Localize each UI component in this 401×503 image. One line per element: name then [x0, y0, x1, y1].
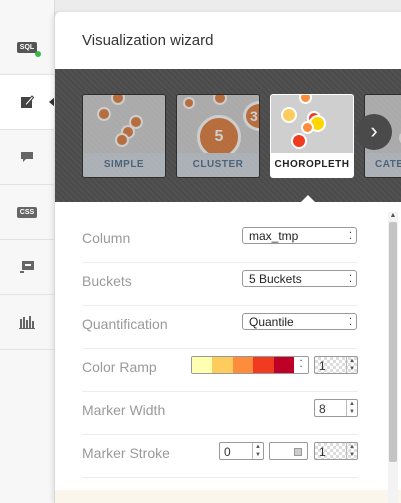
sql-status-dot — [35, 50, 41, 57]
marker-stroke-opacity-stepper[interactable]: 1 ▲ ▼ — [314, 442, 358, 460]
marker-stroke-color-picker[interactable] — [269, 442, 308, 460]
buckets-label: Buckets — [82, 273, 132, 289]
ramp-swatch — [192, 357, 213, 373]
buckets-select-value: 5 Buckets — [249, 272, 302, 286]
cluster-thumbnail: 5 3 — [177, 95, 259, 153]
css-icon-text: CSS — [19, 208, 35, 216]
choropleth-thumbnail — [271, 95, 353, 153]
legend-icon — [20, 261, 34, 273]
panel-title: Visualization wizard — [82, 32, 214, 49]
scrollbar-thumb[interactable] — [389, 222, 397, 462]
quantification-select-value: Quantile — [249, 315, 294, 329]
simple-thumbnail — [83, 95, 165, 153]
sidebar-item-css[interactable]: CSS — [0, 185, 54, 240]
color-ramp-opacity-stepper[interactable]: 1 ▲ ▼ — [314, 356, 358, 374]
next-map-types-button[interactable]: › — [356, 114, 392, 150]
row-column: Column max_tmp ⁚ — [82, 219, 358, 263]
ramp-swatch — [273, 357, 295, 373]
map-type-label: SIMPLE — [83, 153, 165, 177]
opacity-value: 1 — [319, 359, 326, 373]
select-caret-icon: ⁚ — [348, 317, 352, 328]
form-scrollbar[interactable]: ▲ — [388, 212, 398, 503]
sidebar-item-infowindow[interactable] — [0, 130, 54, 185]
wizard-form: Column max_tmp ⁚ Buckets 5 Buckets ⁚ Qua… — [55, 202, 401, 503]
stepper-arrows-icon[interactable]: ▲ ▼ — [252, 443, 263, 459]
stepper-arrows-icon[interactable]: ▲ ▼ — [346, 400, 357, 416]
map-type-label: CATE — [365, 153, 401, 177]
map-type-simple[interactable]: SIMPLE — [82, 94, 166, 178]
buckets-select[interactable]: 5 Buckets ⁚ — [242, 270, 357, 287]
map-type-cluster[interactable]: 5 3 CLUSTER — [176, 94, 260, 178]
column-label: Column — [82, 230, 131, 246]
scroll-up-icon[interactable]: ▲ — [388, 212, 398, 219]
left-toolbar: SQL CSS — [0, 0, 55, 503]
color-ramp-select[interactable]: ⁚ — [191, 356, 309, 374]
row-marker-stroke: Marker Stroke 0 ▲ ▼ 1 ▲ ▼ — [82, 434, 358, 478]
map-type-label: CHOROPLETH — [271, 153, 353, 177]
sql-icon: SQL — [17, 41, 41, 57]
stepper-arrows-icon[interactable]: ▲ ▼ — [346, 357, 357, 373]
map-type-choropleth[interactable]: CHOROPLETH — [270, 94, 354, 178]
bar-chart-icon — [19, 316, 35, 329]
selected-type-pointer — [301, 195, 315, 202]
marker-stroke-label: Marker Stroke — [82, 445, 170, 461]
select-caret-icon: ⁚ — [294, 357, 308, 373]
panel-header: Visualization wizard — [55, 12, 401, 70]
quantification-label: Quantification — [82, 316, 168, 332]
select-caret-icon: ⁚ — [348, 274, 352, 285]
stroke-opacity-value: 1 — [319, 445, 326, 459]
wizard-icon — [21, 95, 34, 108]
color-ramp-label: Color Ramp — [82, 359, 157, 375]
column-select[interactable]: max_tmp ⁚ — [242, 227, 357, 244]
sidebar-item-legends[interactable] — [0, 240, 54, 295]
cluster-badge-large: 5 — [197, 115, 241, 153]
sidebar-item-sql[interactable]: SQL — [0, 20, 54, 75]
color-swatch-icon — [294, 448, 302, 456]
stepper-arrows-icon[interactable]: ▲ ▼ — [346, 443, 357, 459]
cluster-badge-small: 3 — [243, 101, 259, 131]
row-marker-width: Marker Width 8 ▲ ▼ — [82, 391, 358, 435]
sidebar-item-wizard[interactable] — [0, 75, 55, 130]
speech-bubble-icon — [21, 152, 33, 162]
wizard-panel: Visualization wizard SIMPLE 5 3 CLUSTER — [54, 12, 401, 503]
sql-icon-text: SQL — [19, 43, 35, 51]
marker-width-value: 8 — [319, 402, 326, 416]
column-select-value: max_tmp — [249, 229, 299, 243]
marker-stroke-width-stepper[interactable]: 0 ▲ ▼ — [219, 442, 264, 460]
row-color-ramp: Color Ramp ⁚ 1 ▲ ▼ — [82, 348, 358, 392]
stroke-width-value: 0 — [224, 445, 231, 459]
map-type-selector: SIMPLE 5 3 CLUSTER CHOROPLETH CATE › — [55, 69, 401, 202]
marker-width-stepper[interactable]: 8 ▲ ▼ — [314, 399, 358, 417]
marker-width-label: Marker Width — [82, 402, 166, 418]
next-row-clipped — [55, 490, 401, 503]
select-caret-icon: ⁚ — [348, 231, 352, 242]
quantification-select[interactable]: Quantile ⁚ — [242, 313, 357, 330]
css-icon: CSS — [17, 206, 37, 218]
map-type-label: CLUSTER — [177, 153, 259, 177]
ramp-swatch — [253, 357, 274, 373]
ramp-swatch — [232, 357, 254, 373]
sidebar-item-chart[interactable] — [0, 295, 54, 350]
row-buckets: Buckets 5 Buckets ⁚ — [82, 262, 358, 306]
ramp-swatch — [212, 357, 233, 373]
row-quantification: Quantification Quantile ⁚ — [82, 305, 358, 349]
